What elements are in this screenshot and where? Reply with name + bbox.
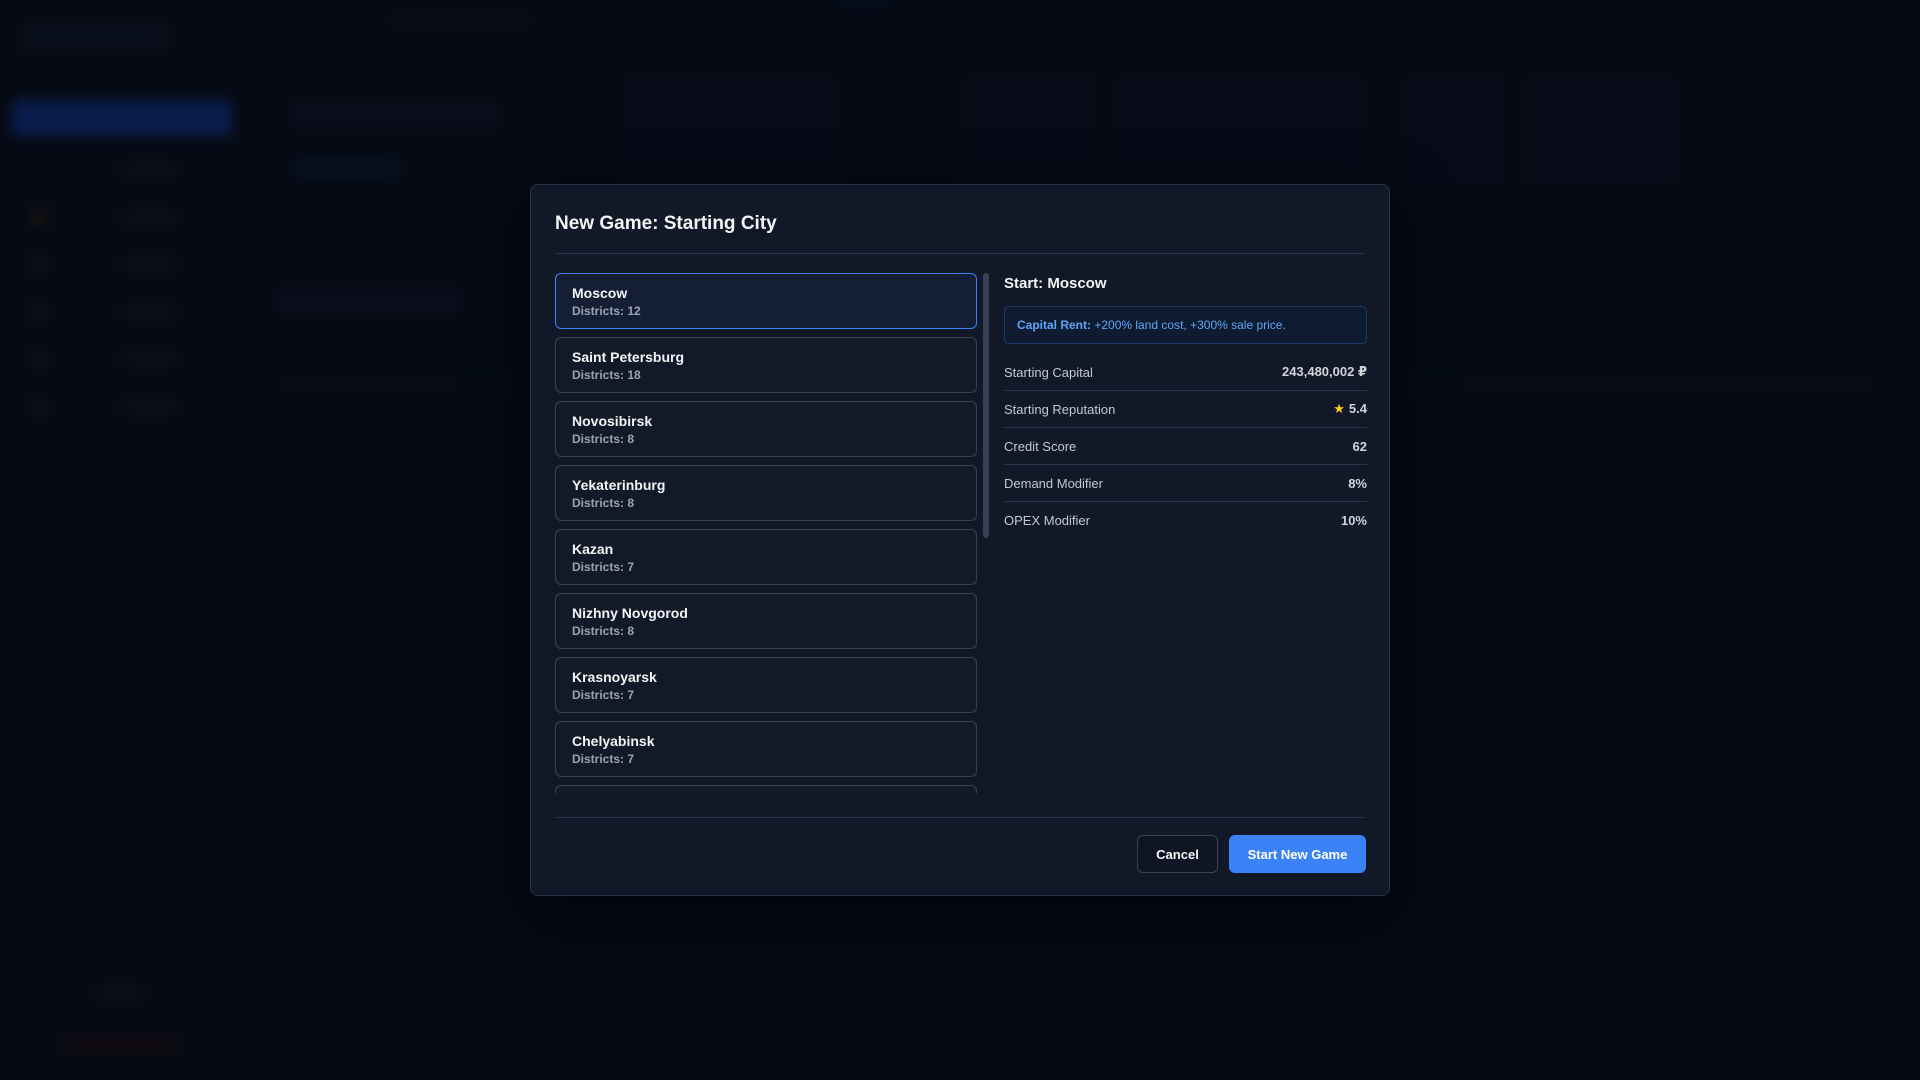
stat-value-wrap: ★ 5.4 (1333, 401, 1367, 417)
city-name: Nizhny Novgorod (572, 605, 688, 621)
city-name: Krasnoyarsk (572, 669, 657, 685)
city-item-novosibirsk[interactable]: Novosibirsk Districts: 8 (555, 401, 977, 457)
city-list-scrollbar[interactable] (983, 273, 989, 793)
city-name: Saint Petersburg (572, 349, 685, 365)
rent-label: Capital Rent: (1017, 318, 1092, 332)
scrollbar-thumb[interactable] (983, 273, 989, 538)
city-districts: Districts: 7 (572, 752, 635, 766)
city-districts: Districts: 12 (572, 304, 641, 318)
rent-text: +200% land cost, +300% sale price. (1094, 318, 1286, 332)
city-item-nizhny-novgorod[interactable]: Nizhny Novgorod Districts: 8 (555, 593, 977, 649)
stat-value: 10% (1340, 513, 1367, 528)
city-item-kazan[interactable]: Kazan Districts: 7 (555, 529, 977, 585)
stats-list: Starting Capital 243,480,002 ₽ Starting … (1004, 354, 1367, 539)
city-districts: Districts: 8 (572, 624, 635, 638)
city-name: Yekaterinburg (572, 477, 666, 493)
city-districts: Districts: 18 (572, 368, 641, 382)
details-title: Start: Moscow (1004, 275, 1107, 292)
city-districts: Districts: 8 (572, 496, 635, 510)
stat-value: 8% (1348, 475, 1367, 491)
stat-value: 5.4 (1348, 401, 1367, 416)
city-item-chelyabinsk[interactable]: Chelyabinsk Districts: 7 (555, 721, 977, 777)
footer-divider (555, 817, 1365, 818)
city-item-moscow[interactable]: Moscow Districts: 12 (555, 273, 977, 329)
stat-credit-score: Credit Score 62 (1004, 428, 1367, 465)
city-name: Moscow (572, 285, 628, 301)
cancel-button[interactable]: Cancel (1137, 835, 1218, 873)
city-details: Start: Moscow Capital Rent: +200% land c… (1004, 273, 1367, 539)
city-districts: Districts: 7 (572, 688, 635, 702)
stat-starting-reputation: Starting Reputation ★ 5.4 (1004, 391, 1367, 428)
stat-label: Credit Score (1004, 438, 1077, 454)
stat-opex-modifier: OPEX Modifier 10% (1004, 502, 1367, 539)
divider (555, 253, 1365, 254)
city-name: Chelyabinsk (572, 733, 655, 749)
new-game-dialog: New Game: Starting City Moscow Districts… (530, 184, 1390, 896)
capital-rent-note: Capital Rent: +200% land cost, +300% sal… (1004, 306, 1367, 344)
city-item-krasnoyarsk[interactable]: Krasnoyarsk Districts: 7 (555, 657, 977, 713)
stat-label: OPEX Modifier (1004, 513, 1090, 528)
city-name: Kazan (572, 541, 614, 557)
stat-starting-capital: Starting Capital 243,480,002 ₽ (1004, 354, 1367, 391)
city-districts: Districts: 8 (572, 432, 635, 446)
city-item-saint-petersburg[interactable]: Saint Petersburg Districts: 18 (555, 337, 977, 393)
stat-label: Demand Modifier (1004, 475, 1103, 491)
city-name: Novosibirsk (572, 413, 653, 429)
stat-value: 243,480,002 ₽ (1282, 364, 1367, 379)
stat-demand-modifier: Demand Modifier 8% (1004, 465, 1367, 502)
city-item-partial[interactable] (555, 785, 977, 793)
city-list[interactable]: Moscow Districts: 12 Saint Petersburg Di… (555, 273, 977, 793)
star-icon: ★ (1333, 401, 1345, 416)
city-item-yekaterinburg[interactable]: Yekaterinburg Districts: 8 (555, 465, 977, 521)
city-districts: Districts: 7 (572, 560, 635, 574)
start-new-game-button[interactable]: Start New Game (1229, 835, 1366, 873)
stat-label: Starting Capital (1004, 364, 1093, 380)
dialog-title: New Game: Starting City (555, 213, 777, 234)
stat-value: 62 (1352, 438, 1367, 454)
stat-label: Starting Reputation (1004, 401, 1116, 417)
